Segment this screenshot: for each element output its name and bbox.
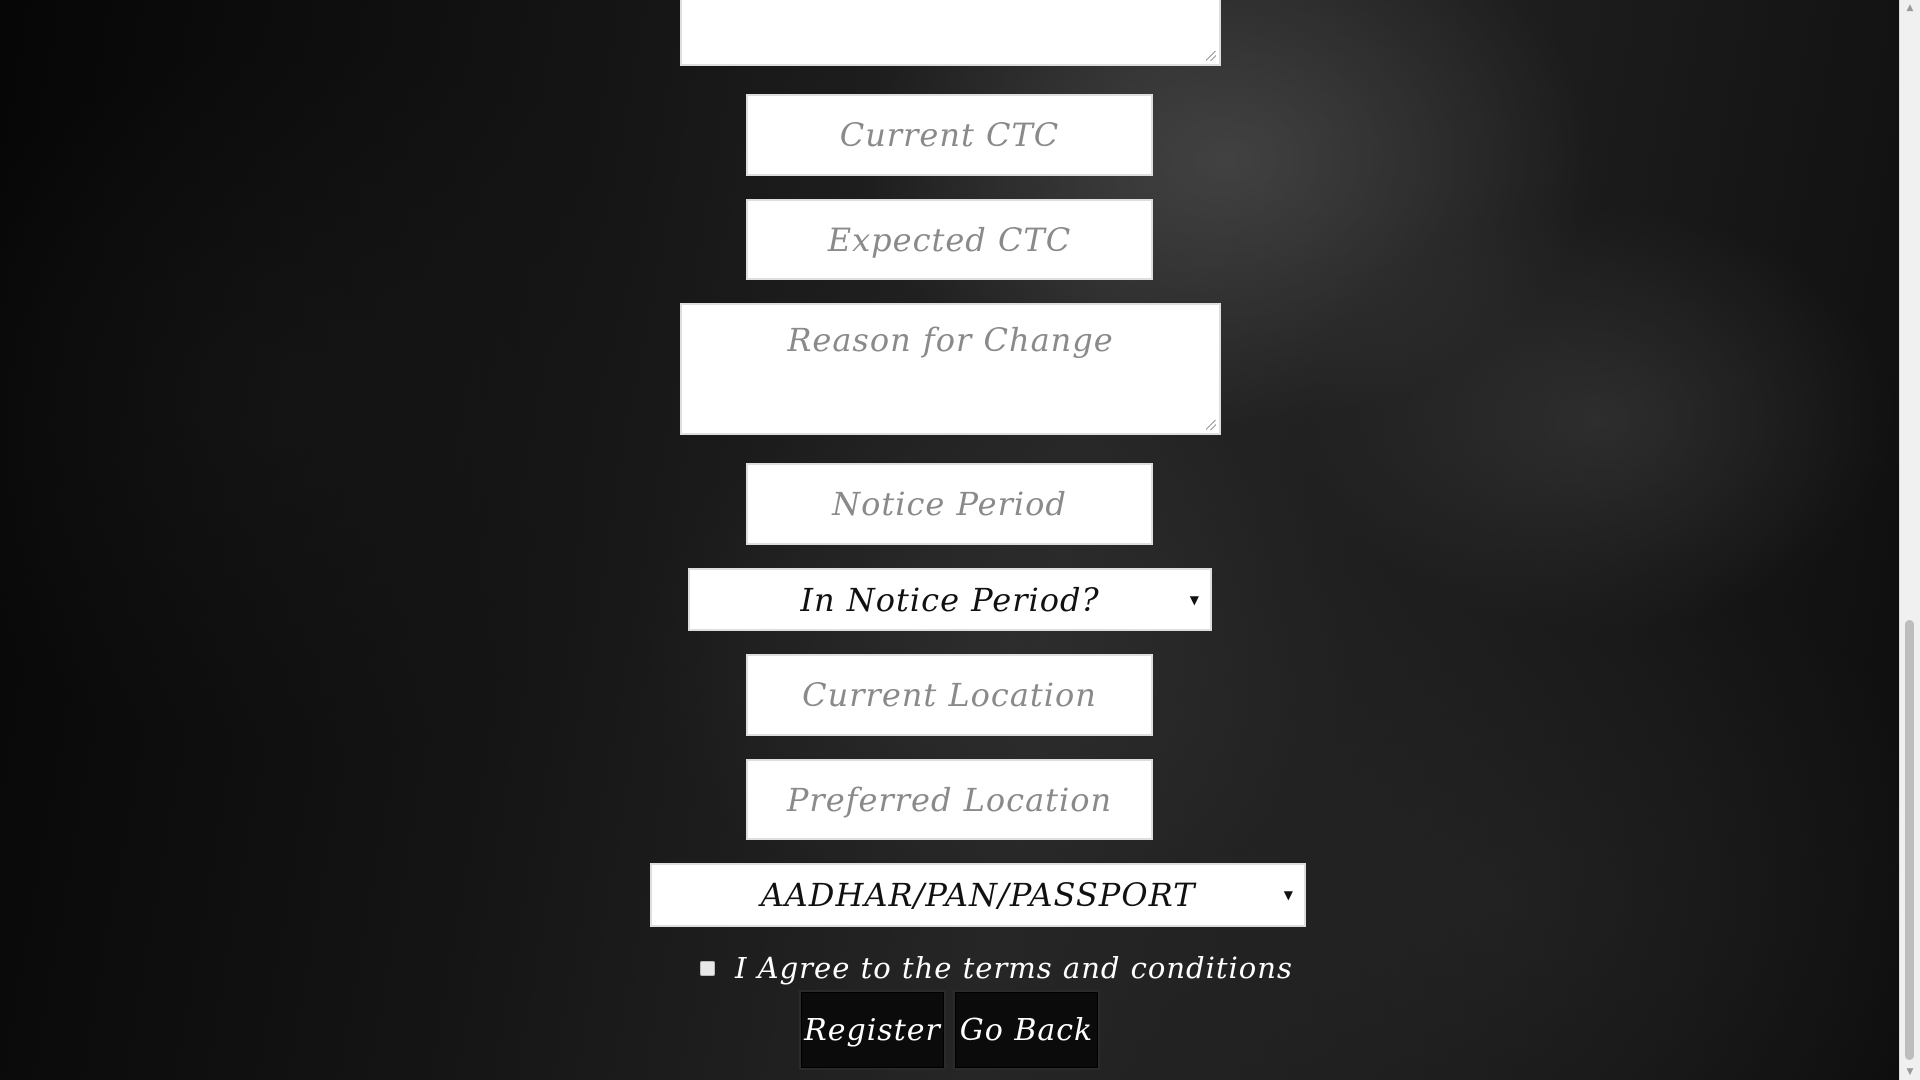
terms-label[interactable]: I Agree to the terms and conditions: [735, 951, 1293, 985]
scrollbar-thumb[interactable]: [1905, 620, 1914, 1060]
go-back-button[interactable]: Go Back: [953, 990, 1100, 1070]
go-back-button-label: Go Back: [959, 1012, 1094, 1048]
terms-checkbox[interactable]: [700, 960, 715, 976]
terms-row: I Agree to the terms and conditions: [700, 950, 1293, 986]
current-location-input[interactable]: Current Location: [746, 654, 1153, 736]
id-type-selected: AADHAR/PAN/PASSPORT: [760, 876, 1196, 914]
current-ctc-input[interactable]: Current CTC: [746, 94, 1153, 176]
current-ctc-placeholder: Current CTC: [839, 116, 1060, 154]
register-button[interactable]: Register: [799, 990, 946, 1070]
reason-for-change-textarea[interactable]: Reason for Change: [680, 303, 1221, 435]
expected-ctc-input[interactable]: Expected CTC: [746, 199, 1153, 280]
reason-for-change-placeholder: Reason for Change: [787, 321, 1114, 359]
previous-textarea[interactable]: [680, 0, 1221, 66]
in-notice-period-selected: In Notice Period?: [800, 580, 1100, 619]
register-button-label: Register: [804, 1012, 941, 1048]
expected-ctc-placeholder: Expected CTC: [827, 220, 1072, 259]
current-location-placeholder: Current Location: [802, 676, 1097, 714]
preferred-location-placeholder: Preferred Location: [786, 780, 1113, 819]
notice-period-placeholder: Notice Period: [832, 485, 1067, 523]
notice-period-input[interactable]: Notice Period: [746, 463, 1153, 545]
preferred-location-input[interactable]: Preferred Location: [746, 759, 1153, 840]
resize-grip-icon[interactable]: [1206, 420, 1216, 430]
in-notice-period-select[interactable]: In Notice Period? ▼: [688, 568, 1212, 631]
dropdown-arrow-icon: ▼: [1283, 888, 1294, 902]
dropdown-arrow-icon: ▼: [1189, 592, 1200, 607]
scroll-up-arrow-icon[interactable]: ▲: [1900, 0, 1920, 16]
vertical-scrollbar[interactable]: ▲ ▼: [1899, 0, 1920, 1080]
id-type-select[interactable]: AADHAR/PAN/PASSPORT ▼: [650, 863, 1306, 927]
resize-grip-icon[interactable]: [1206, 51, 1216, 61]
scroll-down-arrow-icon[interactable]: ▼: [1900, 1064, 1920, 1080]
